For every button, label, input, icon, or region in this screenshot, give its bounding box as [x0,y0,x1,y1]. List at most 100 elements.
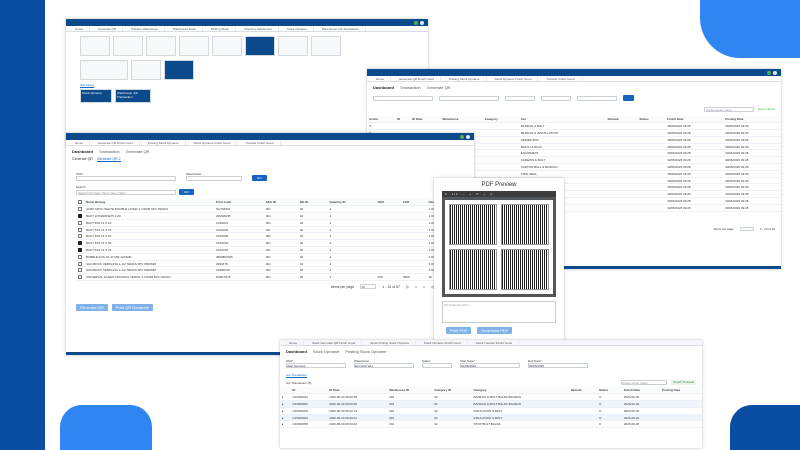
subtab-generate-qr-2[interactable]: Generate QR 2 [96,157,121,162]
export-excel-button[interactable]: Export Excel [758,107,775,112]
row-checkbox[interactable] [76,253,84,261]
row-action-icon[interactable]: ▸ [280,393,291,402]
table-row[interactable]: ✎ BANDAN & BOLT 30/06/2026 09:28 30/06/2026… [367,122,781,131]
col-warehouse[interactable]: Warehouse [440,116,483,124]
checkbox[interactable] [78,234,82,239]
tab-opname-fg[interactable]: Stock Opname Finish Good [489,76,539,81]
table-row[interactable]: ▸ C26000004 2026-06-30 09:20:01 001 02 INSULA… [280,414,702,422]
crumb-stock-opname[interactable]: Stock Opname [313,349,339,354]
table-row[interactable]: BAUT 6X0 13 X 75 1D01075 001 02 4 1.00 [76,246,464,254]
col-posting-date[interactable]: Posting Date [723,116,781,124]
col-id[interactable]: ID [395,116,411,124]
table-row[interactable]: SILICBOCK VERKLING 1-1/2 TEMAS 6PC 8000M… [76,260,464,268]
col-finish-date[interactable]: Finish Date [665,116,724,124]
tab-picking-opname[interactable]: Stock Picking Stock Opname [364,340,416,345]
col-remark[interactable]: Remark [605,116,638,124]
start-date-input[interactable] [505,96,535,101]
tab-transfer-fg[interactable]: Transfer Finish Good [540,76,582,81]
tab-generate-qr-fg[interactable]: Stock Generate QR Finish Good [306,340,363,345]
tab-home[interactable]: Home [69,140,91,145]
table-row[interactable]: SILICBOCK VERKLING 1-1/2 TEMAS 6PC 8000M… [76,266,464,275]
tab-generate-qr-fg[interactable]: Generate QR Finish Good [393,76,441,81]
settings-icon[interactable] [773,70,777,75]
table-row[interactable]: BAUT 6X0 13 X 50 1D01040 001 02 2 1.00 [76,239,464,248]
col-posting-date[interactable]: Posting Date [659,387,702,395]
col-category[interactable]: Category [471,387,569,395]
print-icon[interactable]: ⎙ [490,192,492,196]
col-ngx[interactable]: NGX [375,199,401,207]
col-action[interactable]: Action [367,116,396,124]
col-category[interactable]: Category [482,116,519,124]
col-remark[interactable]: Remark [568,387,598,395]
row-action-icon[interactable]: ✎ [367,122,396,131]
tab-home[interactable]: Home [370,76,392,81]
row-action-icon[interactable]: ▸ [280,400,291,408]
checkbox[interactable] [78,220,82,225]
zoom-in-icon[interactable]: + [469,192,471,196]
go-button[interactable] [623,95,634,101]
checkbox[interactable] [78,261,82,266]
table-row[interactable]: BUBBLE FOIL 61 47 MM 12X20M 3809867005 001… [76,253,464,261]
table-row[interactable]: ▸ C26000002 2026-06-30 09:00:00 001 02 BANDAN… [280,400,702,408]
pdf-caption-box[interactable]: QR Scanning Print [442,301,556,323]
col-warehouse-id[interactable]: Warehouse ID [387,387,433,395]
row-checkbox[interactable] [76,239,84,248]
tab-opname[interactable]: Stock Opname [281,26,314,31]
crumb-transaction[interactable]: Transaction [99,149,120,154]
col-id-date[interactable]: ID Date [410,116,441,124]
checkbox[interactable] [78,275,82,280]
col-qty[interactable]: Quantity ID [327,199,376,207]
table-row[interactable]: BAUT 6X0 13 X 10 1D01970 001 02 4 1.00 [76,219,464,227]
end-date-input[interactable] [541,96,571,101]
row-checkbox[interactable] [76,212,84,220]
menu-tile[interactable] [212,36,242,56]
table-row[interactable]: ▸ C26000005 2026-06-30 09:33:42 001 02 STOP B… [280,420,702,429]
submenu-tab[interactable]: Sub Menu [80,83,94,88]
list-transaction-tab[interactable]: List Transaction [286,373,308,378]
table-row[interactable]: BAUT 6X0 13 X 15 1D01025 001 02 2 1.00 [76,226,464,234]
status-select[interactable] [422,363,452,368]
tab-job[interactable]: Warehouse Job Transaction [316,26,367,31]
row-action-icon[interactable]: ▸ [280,407,291,415]
tab-generate-qr[interactable]: Generate QR [92,26,123,31]
p2-search-input[interactable]: Please Enter Value [704,107,755,112]
col-category-id[interactable]: Category ID [432,387,472,395]
col-sku-id[interactable]: SKU ID [263,199,298,207]
search-input[interactable]: Search Q P Item / Item / Item / SKU [76,189,176,195]
row-action-icon[interactable]: ▸ [280,414,291,422]
sku-select[interactable]: Web Services [286,363,346,368]
row-checkbox[interactable] [76,226,84,234]
tab-dock[interactable]: Warehouse Dock [167,26,203,31]
col-status[interactable]: Status [637,116,666,124]
tab-opname-fg[interactable]: Stock Opname Finish Good [188,140,238,145]
status-select[interactable] [577,96,617,101]
settings-icon[interactable] [420,20,424,25]
pager-size-select[interactable] [739,227,754,231]
checkbox[interactable] [78,248,82,253]
row-checkbox[interactable] [76,219,84,227]
table-row[interactable]: ▸ C26000001 2026-06-30 08:26:58 001 02 BANDAN… [280,393,702,402]
menu-tile[interactable] [146,36,176,56]
tab-posting-opname[interactable]: Posting Stock Opname [443,76,487,81]
start-date-input[interactable]: 01/06/2026 [460,363,520,368]
tab-transfer-fg[interactable]: Stock Transfer Finish Good [470,340,520,345]
job-transaction-tile[interactable]: Warehouse Job Transaction [115,89,151,103]
generate-qr-button[interactable]: Generate QR [76,304,108,312]
pdf-viewer[interactable] [442,197,556,297]
menu-tile[interactable] [311,36,341,56]
row-checkbox[interactable] [76,266,84,275]
tab-opname-fg[interactable]: Stock Opname Finish Good [418,340,468,345]
menu-tile[interactable] [179,36,209,56]
tab-home[interactable]: Home [283,340,305,345]
checkbox[interactable] [78,214,82,219]
table-row[interactable]: UNIVERSAL KLAEM CONTROL TEMAS 1-1/2MM 6P… [76,273,464,282]
tab-picking[interactable]: Picking Stock [205,26,236,31]
col-finish-date[interactable]: Finish Date [621,387,660,395]
pager-size-select[interactable]: 10 [360,284,377,290]
checkbox[interactable] [78,254,82,259]
menu-tile[interactable] [131,60,161,80]
row-action-icon[interactable]: ▸ [280,420,291,429]
stock-opname-tile[interactable]: Stock Opname [80,89,112,103]
checkbox[interactable] [78,241,82,246]
row-checkbox[interactable] [76,260,84,268]
